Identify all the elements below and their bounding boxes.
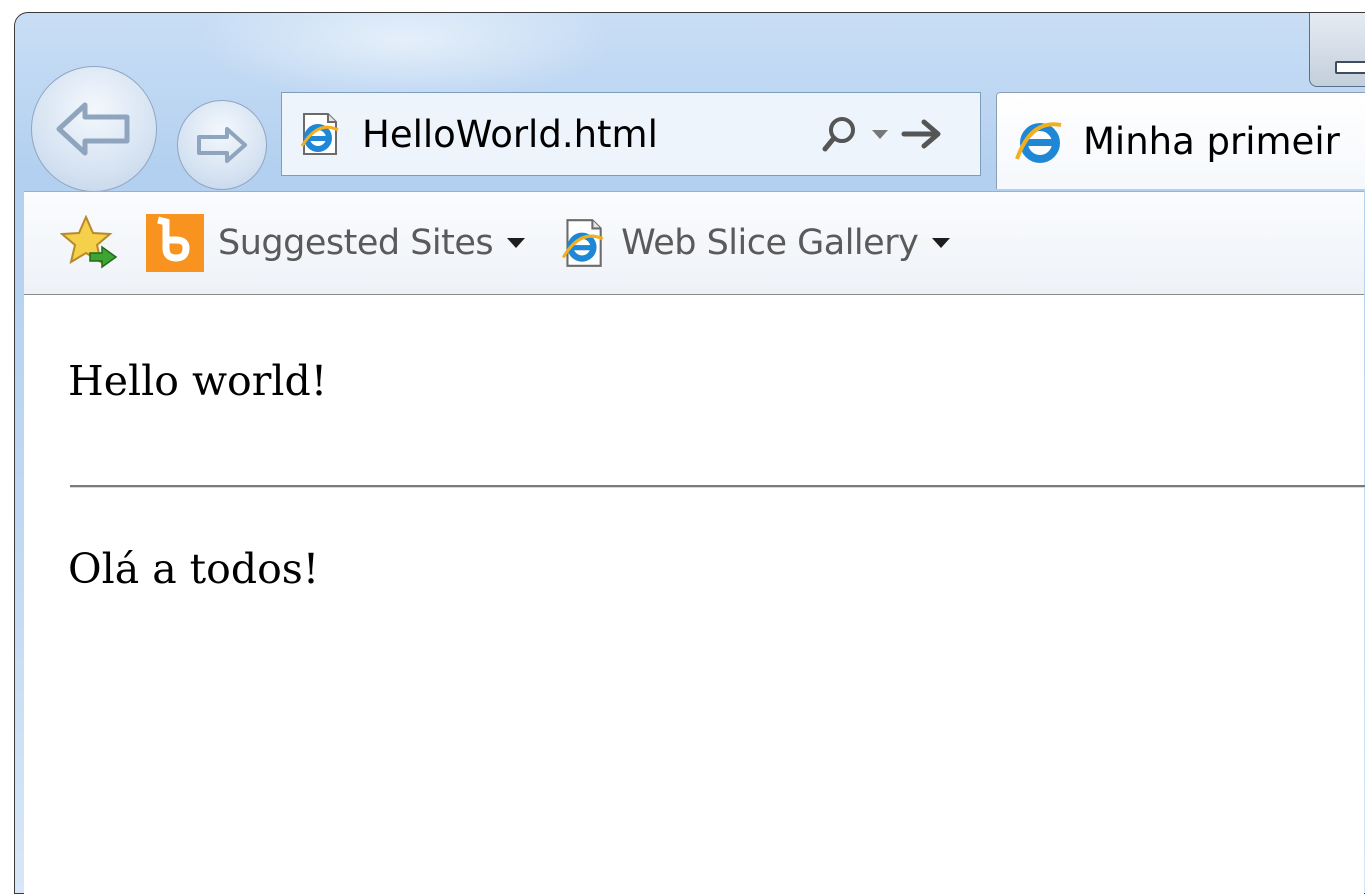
chevron-down-icon — [932, 238, 951, 248]
dropdown-caret-icon[interactable] — [870, 127, 890, 141]
favorites-item-label: Web Slice Gallery — [621, 223, 919, 263]
minimize-icon — [1335, 61, 1365, 74]
chevron-down-icon — [507, 238, 526, 248]
minimize-button[interactable] — [1309, 13, 1365, 87]
address-bar[interactable]: HelloWorld.html — [281, 92, 981, 176]
ie-logo-icon — [1015, 122, 1062, 163]
tab-title: Minha primeir — [1083, 119, 1340, 163]
favorites-item-label: Suggested Sites — [218, 223, 494, 263]
address-bar-actions — [820, 114, 944, 154]
forward-arrow-icon — [197, 127, 247, 163]
favorites-item-suggested-sites[interactable]: Suggested Sites — [146, 214, 526, 272]
back-button[interactable] — [31, 66, 157, 192]
favorites-bar: Suggested Sites Web Slice Gallery — [24, 191, 1364, 296]
search-icon[interactable] — [820, 114, 860, 154]
paragraph-hello: Hello world! — [68, 357, 328, 405]
back-arrow-icon — [56, 102, 130, 156]
tab-active[interactable]: Minha primeir — [996, 92, 1365, 189]
ie-page-icon — [562, 219, 604, 267]
paragraph-ola: Olá a todos! — [68, 545, 320, 593]
page-content: Hello world! Olá a todos! — [24, 295, 1365, 895]
title-bar-gloss — [195, 13, 615, 103]
favorites-star-icon[interactable] — [60, 215, 120, 271]
forward-button[interactable] — [177, 100, 267, 190]
bing-icon — [146, 214, 204, 272]
horizontal-rule — [70, 485, 1365, 488]
go-arrow-icon[interactable] — [900, 116, 944, 152]
url-text[interactable]: HelloWorld.html — [362, 113, 762, 156]
ie-page-icon — [300, 113, 339, 155]
favorites-item-web-slice-gallery[interactable]: Web Slice Gallery — [557, 216, 951, 270]
